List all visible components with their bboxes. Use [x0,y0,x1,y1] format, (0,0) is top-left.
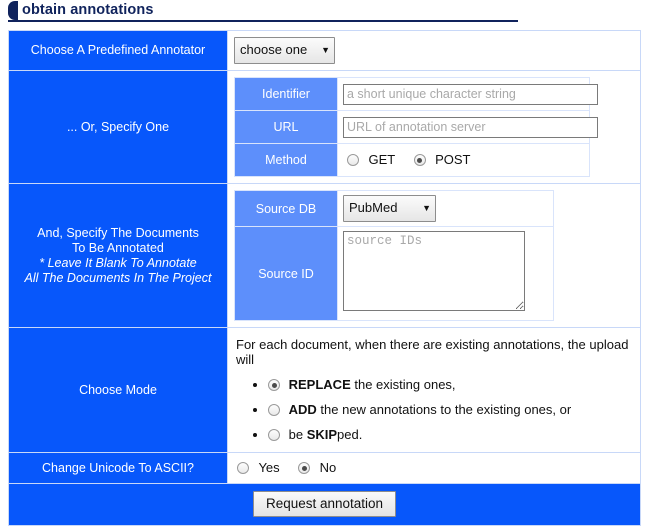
page-header: obtain annotations [0,0,648,24]
list-item: be SKIPped. [268,427,634,442]
method-post-radio[interactable] [413,154,426,166]
row-unicode-to-ascii: Change Unicode To ASCII? Yes No [8,452,641,484]
cell-identifier [337,77,598,111]
label-documents-note1: * Leave It Blank To Annotate [39,255,197,270]
mode-replace-radio[interactable] [268,379,280,391]
label-documents-line1: And, Specify The Documents [37,225,199,240]
source-id-textarea[interactable] [343,231,525,311]
mode-skip-pre: be [288,427,307,442]
mode-add-strong: ADD [288,402,317,417]
label-source-id: Source ID [234,226,338,321]
cell-predefined-annotator: choose one ▼ [227,30,641,71]
page-title: obtain annotations [22,2,154,18]
row-specify-one: ... Or, Specify One Identifier URL [8,70,641,184]
mode-option-list: REPLACE the existing ones, ADD the new a… [234,377,634,442]
label-unicode-to-ascii: Change Unicode To ASCII? [8,452,228,484]
cell-url [337,110,598,144]
label-choose-mode: Choose Mode [8,327,228,453]
source-db-select[interactable]: PubMed ▼ [343,195,436,222]
mode-intro-text: For each document, when there are existi… [236,337,629,367]
source-db-select-value: PubMed [349,200,398,215]
unicode-yes-label: Yes [258,460,280,475]
cell-source-id [337,226,554,321]
row-choose-mode: Choose Mode For each document, when ther… [8,327,641,453]
cell-choose-mode: For each document, when there are existi… [227,327,641,453]
mode-replace-rest: the existing ones, [350,377,456,392]
mode-add-label: ADD the new annotations to the existing … [289,402,572,417]
label-documents: And, Specify The Documents To Be Annotat… [8,183,228,328]
mode-add-rest: the new annotations to the existing ones… [316,402,572,417]
predefined-annotator-select[interactable]: choose one ▼ [234,37,335,64]
label-predefined-annotator: Choose A Predefined Annotator [8,30,228,71]
mode-replace-strong: REPLACE [288,377,351,392]
mode-skip-strong: SKIP [306,427,338,442]
predefined-annotator-select-value: choose one [240,42,308,57]
cell-documents: Source DB PubMed ▼ Source ID [227,183,641,328]
mode-skip-label: be SKIPped. [289,427,363,442]
cell-submit: Request annotation [8,483,641,526]
request-annotation-button[interactable]: Request annotation [252,491,397,517]
method-get-label: GET [368,152,396,167]
chevron-down-icon: ▼ [422,202,431,213]
row-source-id: Source ID [234,226,554,321]
list-item: REPLACE the existing ones, [268,377,634,392]
identifier-input[interactable] [343,83,598,105]
method-get-radio[interactable] [347,154,359,166]
url-input[interactable] [343,116,598,138]
unicode-yes-radio[interactable] [237,462,249,474]
annotation-request-form: Choose A Predefined Annotator choose one… [8,30,641,526]
label-source-db: Source DB [234,190,338,227]
mode-skip-radio[interactable] [268,429,280,441]
mode-replace-label: REPLACE the existing ones, [289,377,456,392]
row-submit: Request annotation [8,483,641,526]
title-accent-bar [8,1,18,20]
cell-specify-one: Identifier URL Method [227,70,641,184]
mode-add-radio[interactable] [268,404,280,416]
row-identifier: Identifier [234,77,598,111]
title-underline [8,20,518,22]
label-specify-one: ... Or, Specify One [8,70,228,184]
label-url: URL [234,110,338,144]
cell-method: GET POST [337,143,590,177]
list-item: ADD the new annotations to the existing … [268,402,634,417]
cell-source-db: PubMed ▼ [337,190,554,227]
row-predefined-annotator: Choose A Predefined Annotator choose one… [8,30,641,71]
cell-unicode-to-ascii: Yes No [227,452,641,484]
label-identifier: Identifier [234,77,338,111]
label-documents-line2: To Be Annotated [72,240,164,255]
unicode-no-label: No [319,460,337,475]
row-source-db: Source DB PubMed ▼ [234,190,554,227]
chevron-down-icon: ▼ [321,44,330,55]
label-documents-note2: All The Documents In The Project [24,270,212,285]
unicode-no-radio[interactable] [298,462,311,474]
specify-one-table: Identifier URL Method [234,77,598,177]
row-method: Method GET POST [234,143,590,177]
documents-table: Source DB PubMed ▼ Source ID [234,190,554,321]
label-method: Method [234,143,338,177]
row-documents: And, Specify The Documents To Be Annotat… [8,183,641,328]
row-url: URL [234,110,598,144]
mode-skip-rest: ped. [337,427,363,442]
method-post-label: POST [435,152,471,167]
